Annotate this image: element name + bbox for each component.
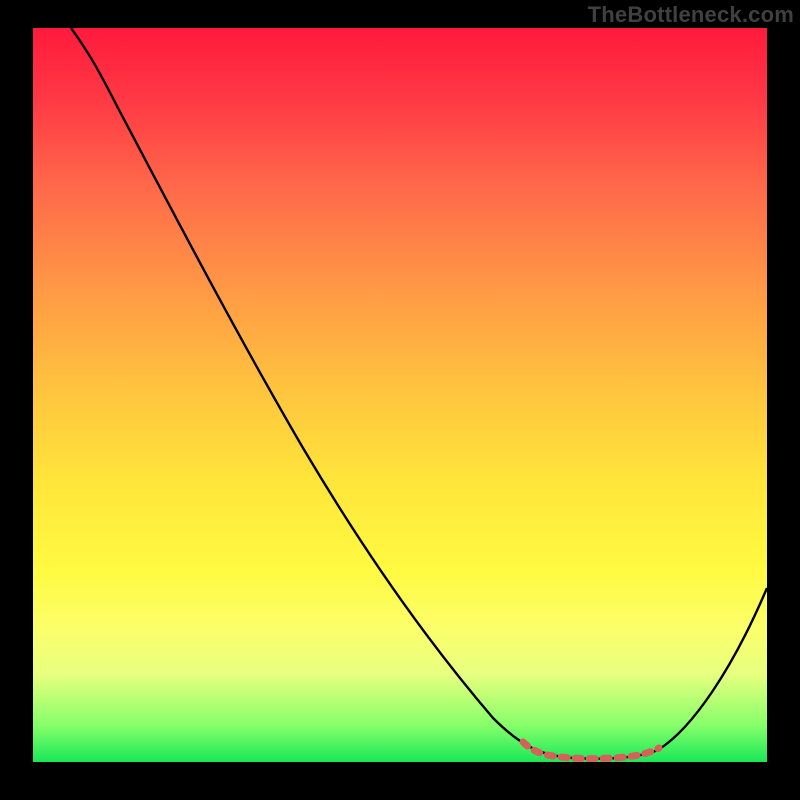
optimal-band-path bbox=[523, 742, 659, 759]
chart-frame: TheBottleneck.com bbox=[0, 0, 800, 800]
plot-area bbox=[33, 28, 767, 762]
watermark-text: TheBottleneck.com bbox=[588, 2, 794, 28]
curve-svg bbox=[33, 28, 767, 762]
bottleneck-curve-path bbox=[71, 28, 767, 759]
